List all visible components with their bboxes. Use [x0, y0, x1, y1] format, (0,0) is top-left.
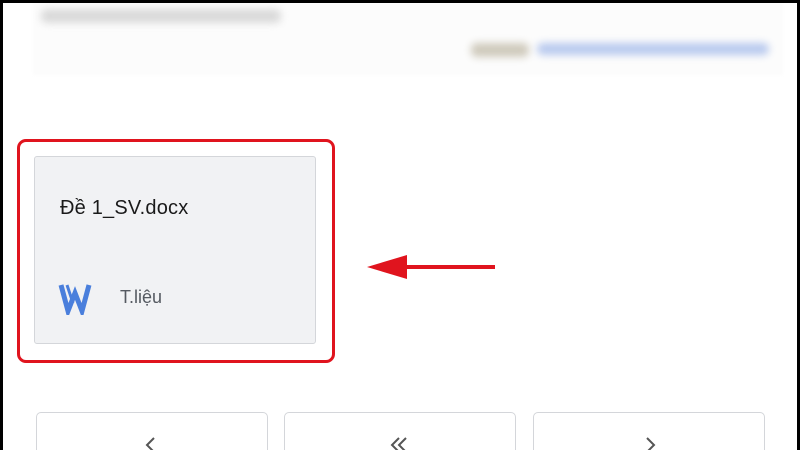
reply-all-button[interactable]: [284, 412, 516, 450]
attachment-file-name: Đề 1_SV.docx: [60, 197, 189, 219]
forward-icon: [646, 437, 656, 450]
reply-all-icon: [390, 437, 407, 450]
word-icon: [58, 284, 92, 315]
attachment-file-type: T.liệu: [120, 287, 163, 307]
blurred-sender-label: [471, 43, 529, 57]
pointer-arrow-icon: [367, 255, 495, 279]
email-view: Đề 1_SV.docx T.liệu: [3, 3, 797, 450]
reply-button[interactable]: [36, 412, 268, 450]
reply-icon: [145, 437, 155, 450]
blurred-subject: [41, 9, 281, 23]
blurred-sender-link[interactable]: [537, 43, 769, 55]
forward-button[interactable]: [533, 412, 765, 450]
attachment-card[interactable]: Đề 1_SV.docx T.liệu: [34, 156, 316, 344]
